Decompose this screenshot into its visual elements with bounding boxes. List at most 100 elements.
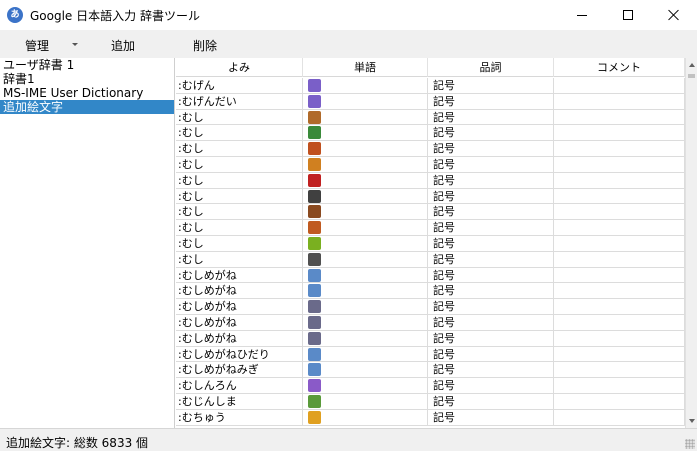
minimize-button[interactable] <box>559 0 605 30</box>
cell-word[interactable] <box>303 220 428 236</box>
cell-comment[interactable] <box>554 378 685 394</box>
cell-pos[interactable]: 記号 <box>428 330 554 346</box>
table-row[interactable]: :むげんだい 記号 <box>176 93 685 110</box>
cell-pos[interactable]: 記号 <box>428 283 554 299</box>
table-row[interactable]: :むし 記号 <box>176 188 685 205</box>
cell-yomi[interactable]: :むし <box>176 204 303 220</box>
cell-yomi[interactable]: :むちゅう <box>176 409 303 425</box>
cell-pos[interactable]: 記号 <box>428 314 554 330</box>
table-row[interactable]: :むじんしま 記号 <box>176 393 685 410</box>
cell-word[interactable] <box>303 299 428 315</box>
table-row[interactable]: :むし 記号 <box>176 235 685 252</box>
cell-yomi[interactable]: :むし <box>176 251 303 267</box>
cell-pos[interactable]: 記号 <box>428 378 554 394</box>
table-row[interactable]: :むし 記号 <box>176 172 685 189</box>
table-row[interactable]: :むしめがねみぎ 記号 <box>176 362 685 379</box>
table-row[interactable]: :むちゅう 記号 <box>176 409 685 426</box>
cell-pos[interactable]: 記号 <box>428 251 554 267</box>
table-row[interactable]: :むしめがね 記号 <box>176 314 685 331</box>
cell-comment[interactable] <box>554 93 685 109</box>
cell-yomi[interactable]: :むしんろん <box>176 378 303 394</box>
table-row[interactable]: :むしめがね 記号 <box>176 330 685 347</box>
cell-comment[interactable] <box>554 204 685 220</box>
table-row[interactable]: :むし 記号 <box>176 220 685 236</box>
cell-comment[interactable] <box>554 283 685 299</box>
cell-yomi[interactable]: :むし <box>176 141 303 157</box>
close-button[interactable] <box>651 0 697 30</box>
cell-pos[interactable]: 記号 <box>428 409 554 425</box>
cell-yomi[interactable]: :むしめがね <box>176 283 303 299</box>
cell-pos[interactable]: 記号 <box>428 393 554 409</box>
table-row[interactable]: :むし 記号 <box>176 204 685 221</box>
cell-yomi[interactable]: :むしめがねみぎ <box>176 362 303 378</box>
resize-grip-icon[interactable] <box>685 439 695 449</box>
delete-button[interactable]: 削除 <box>193 37 217 54</box>
cell-word[interactable] <box>303 330 428 346</box>
cell-comment[interactable] <box>554 220 685 236</box>
cell-comment[interactable] <box>554 109 685 125</box>
cell-pos[interactable]: 記号 <box>428 267 554 283</box>
dictionary-item-selected[interactable]: 追加絵文字 <box>0 100 174 114</box>
cell-pos[interactable]: 記号 <box>428 125 554 141</box>
column-header-word[interactable]: 単語 <box>303 58 428 77</box>
cell-yomi[interactable]: :むしめがね <box>176 314 303 330</box>
cell-word[interactable] <box>303 314 428 330</box>
cell-yomi[interactable]: :むしめがねひだり <box>176 346 303 362</box>
cell-yomi[interactable]: :むし <box>176 125 303 141</box>
cell-yomi[interactable]: :むし <box>176 220 303 236</box>
cell-word[interactable] <box>303 109 428 125</box>
vertical-scrollbar[interactable] <box>685 58 697 428</box>
table-row[interactable]: :むしめがねひだり 記号 <box>176 346 685 363</box>
cell-yomi[interactable]: :むし <box>176 109 303 125</box>
cell-word[interactable] <box>303 141 428 157</box>
table-row[interactable]: :むし 記号 <box>176 109 685 126</box>
table-row[interactable]: :むし 記号 <box>176 125 685 142</box>
cell-yomi[interactable]: :むし <box>176 156 303 172</box>
cell-pos[interactable]: 記号 <box>428 93 554 109</box>
cell-word[interactable] <box>303 346 428 362</box>
cell-comment[interactable] <box>554 362 685 378</box>
cell-word[interactable] <box>303 393 428 409</box>
cell-comment[interactable] <box>554 346 685 362</box>
cell-word[interactable] <box>303 378 428 394</box>
cell-pos[interactable]: 記号 <box>428 220 554 236</box>
column-header-pos[interactable]: 品詞 <box>428 58 554 77</box>
scroll-thumb[interactable] <box>688 74 695 78</box>
cell-pos[interactable]: 記号 <box>428 78 554 93</box>
dictionary-item[interactable]: MS-IME User Dictionary <box>0 86 174 100</box>
maximize-button[interactable] <box>605 0 651 30</box>
cell-word[interactable] <box>303 283 428 299</box>
cell-pos[interactable]: 記号 <box>428 204 554 220</box>
cell-yomi[interactable]: :むし <box>176 235 303 251</box>
cell-yomi[interactable]: :むしめがね <box>176 299 303 315</box>
cell-word[interactable] <box>303 362 428 378</box>
cell-comment[interactable] <box>554 78 685 93</box>
cell-word[interactable] <box>303 204 428 220</box>
scroll-up-button[interactable] <box>686 58 697 72</box>
cell-pos[interactable]: 記号 <box>428 346 554 362</box>
cell-pos[interactable]: 記号 <box>428 156 554 172</box>
cell-yomi[interactable]: :むしめがね <box>176 330 303 346</box>
cell-word[interactable] <box>303 251 428 267</box>
cell-comment[interactable] <box>554 393 685 409</box>
cell-word[interactable] <box>303 172 428 188</box>
table-row[interactable]: :むしめがね 記号 <box>176 299 685 315</box>
cell-yomi[interactable]: :むげんだい <box>176 93 303 109</box>
cell-comment[interactable] <box>554 267 685 283</box>
table-row[interactable]: :むげん 記号 <box>176 78 685 94</box>
cell-yomi[interactable]: :むげん <box>176 78 303 93</box>
cell-comment[interactable] <box>554 235 685 251</box>
cell-comment[interactable] <box>554 409 685 425</box>
cell-comment[interactable] <box>554 330 685 346</box>
cell-word[interactable] <box>303 156 428 172</box>
scroll-down-button[interactable] <box>686 414 697 428</box>
dictionary-item[interactable]: 辞書1 <box>0 72 174 86</box>
add-button[interactable]: 追加 <box>111 37 135 54</box>
manage-menu[interactable]: 管理 <box>25 37 49 54</box>
table-row[interactable]: :むしめがね 記号 <box>176 283 685 300</box>
cell-comment[interactable] <box>554 251 685 267</box>
cell-pos[interactable]: 記号 <box>428 141 554 157</box>
cell-word[interactable] <box>303 125 428 141</box>
cell-yomi[interactable]: :むし <box>176 188 303 204</box>
cell-comment[interactable] <box>554 172 685 188</box>
